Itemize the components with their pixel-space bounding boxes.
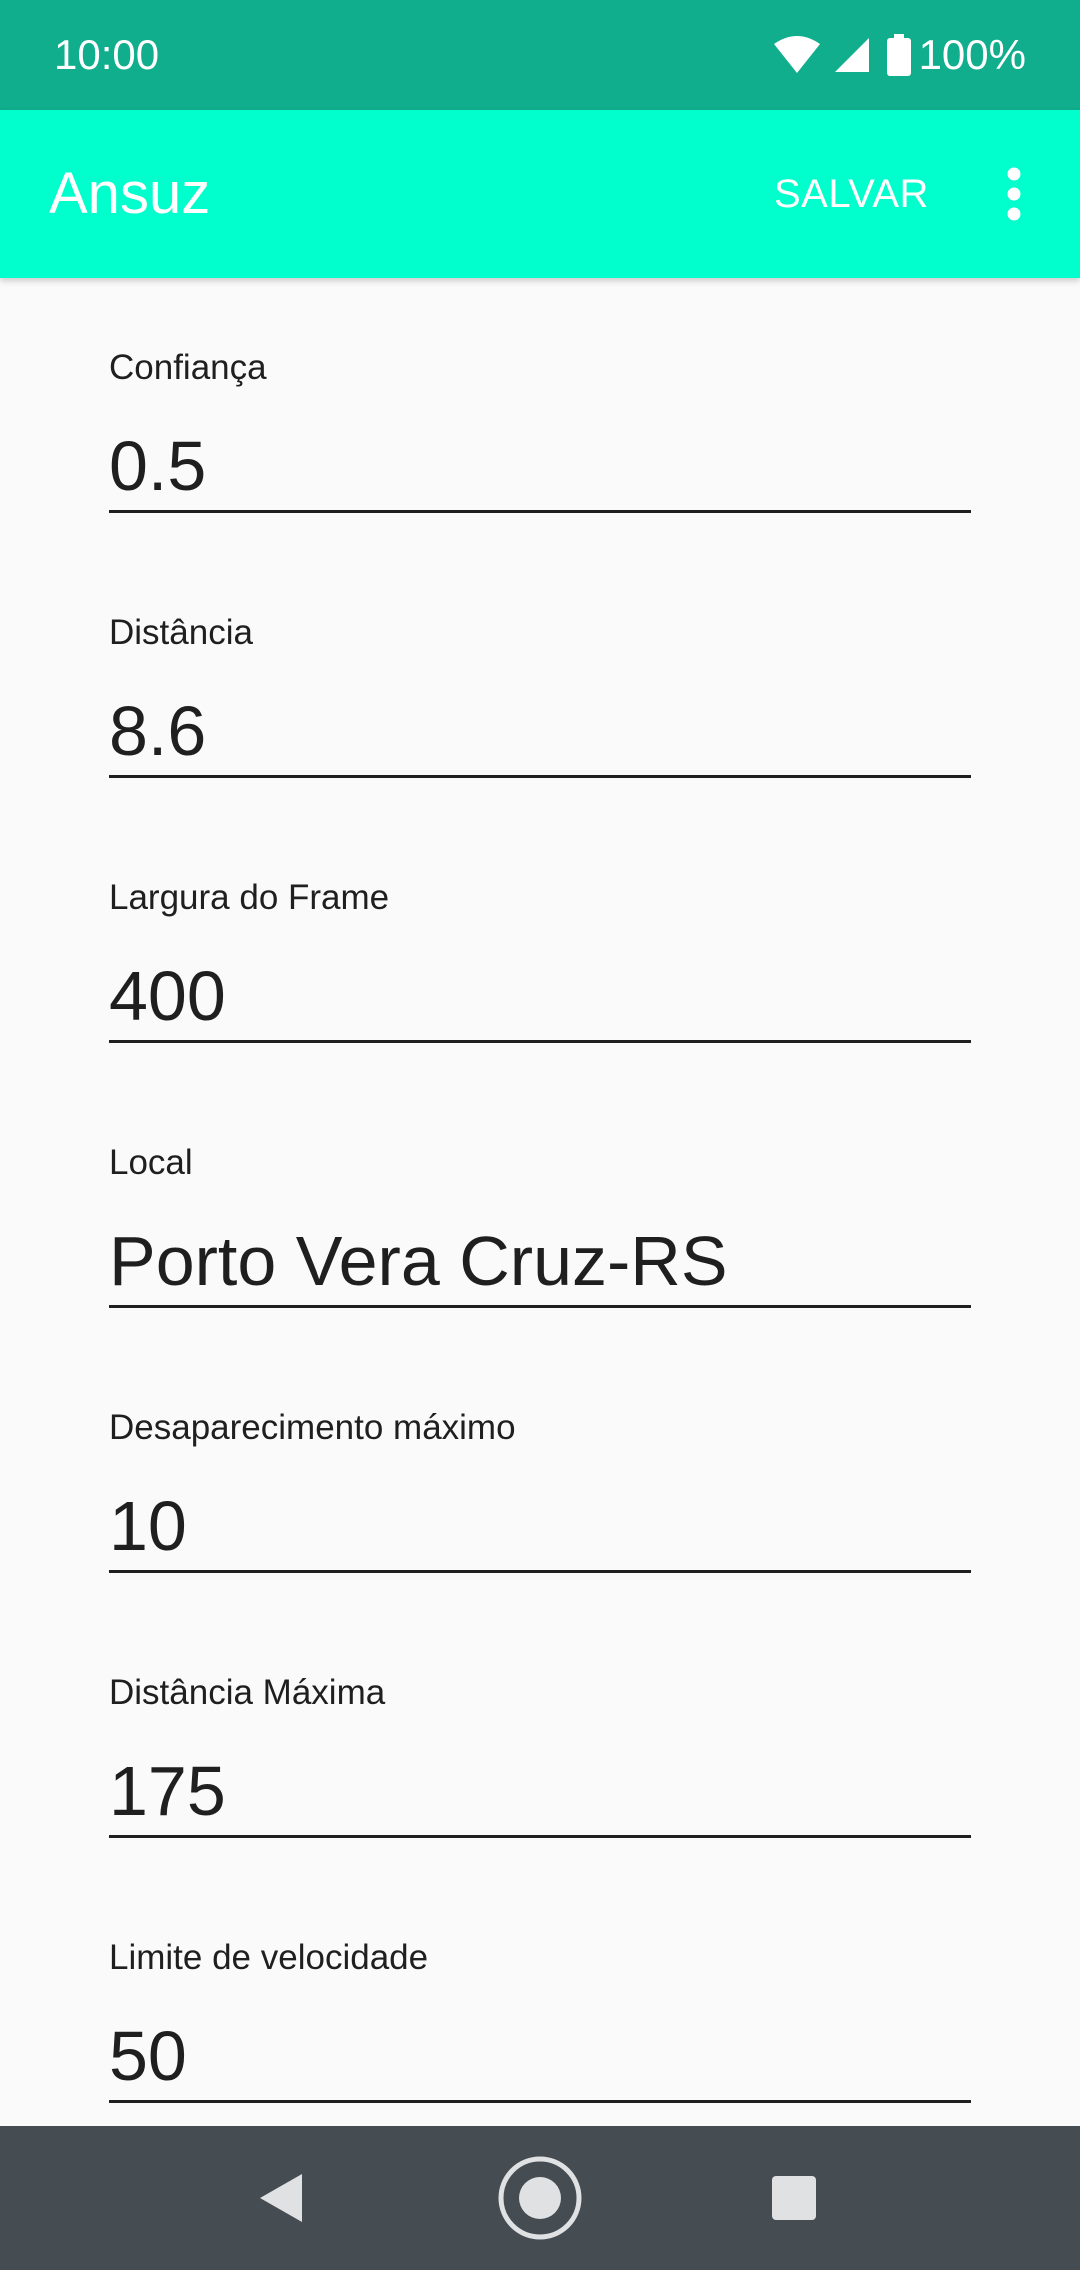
save-button[interactable]: SALVAR (774, 168, 929, 220)
field-limite-de-velocidade: Limite de velocidade (109, 1868, 971, 2108)
field-label: Distância Máxima (109, 1673, 386, 1712)
field-label: Confiança (109, 348, 267, 387)
status-bar: 10:00 100% (0, 0, 1080, 110)
battery-percent: 100% (918, 31, 1026, 78)
field-confianca: Confiança (109, 278, 971, 518)
status-time: 10:00 (54, 31, 160, 78)
field-desaparecimento-maximo: Desaparecimento máximo (109, 1338, 971, 1578)
status-icons: 100% (773, 30, 1026, 80)
confianca-input[interactable] (109, 422, 971, 513)
field-distancia: Distância (109, 543, 971, 783)
field-distancia-maxima: Distância Máxima (109, 1603, 971, 1843)
home-icon[interactable] (490, 2148, 590, 2248)
distancia-maxima-input[interactable] (109, 1747, 971, 1838)
field-label: Desaparecimento máximo (109, 1408, 516, 1447)
field-largura-do-frame: Largura do Frame (109, 808, 971, 1048)
cell-signal-icon (833, 36, 871, 74)
field-label: Distância (109, 613, 253, 652)
back-icon[interactable] (230, 2148, 330, 2248)
more-vert-icon[interactable] (994, 160, 1034, 228)
wifi-icon (773, 35, 821, 75)
field-label: Limite de velocidade (109, 1938, 429, 1977)
distancia-input[interactable] (109, 687, 971, 778)
navigation-bar (0, 2126, 1080, 2270)
battery-icon (886, 34, 911, 76)
recents-icon[interactable] (744, 2148, 844, 2248)
field-label: Largura do Frame (109, 878, 390, 917)
limite-de-velocidade-input[interactable] (109, 2012, 971, 2103)
largura-do-frame-input[interactable] (109, 952, 971, 1043)
app-title: Ansuz (49, 161, 211, 226)
field-label: Local (109, 1143, 193, 1182)
app-bar: Ansuz SALVAR (0, 110, 1080, 278)
local-input[interactable] (109, 1217, 971, 1308)
desaparecimento-maximo-input[interactable] (109, 1482, 971, 1573)
field-local: Local (109, 1073, 971, 1313)
